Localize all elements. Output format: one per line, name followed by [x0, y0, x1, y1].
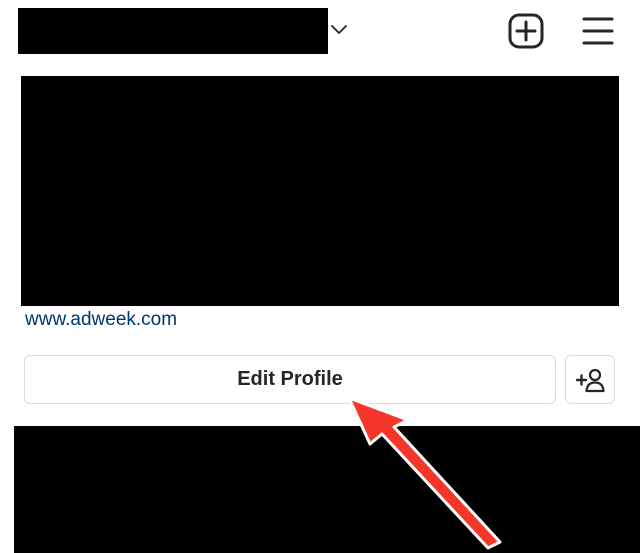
- website-link[interactable]: www.adweek.com: [25, 309, 177, 331]
- profile-content-redacted: [14, 426, 640, 553]
- hamburger-menu-icon[interactable]: [579, 12, 617, 50]
- discover-people-button[interactable]: [565, 355, 615, 404]
- username-redacted[interactable]: [18, 8, 328, 54]
- edit-profile-button[interactable]: Edit Profile: [24, 355, 556, 404]
- plus-square-icon[interactable]: [507, 12, 545, 50]
- chevron-down-icon[interactable]: [330, 22, 348, 36]
- edit-profile-label: Edit Profile: [237, 368, 343, 390]
- profile-bio-redacted: [21, 76, 619, 306]
- add-person-icon: [575, 368, 605, 392]
